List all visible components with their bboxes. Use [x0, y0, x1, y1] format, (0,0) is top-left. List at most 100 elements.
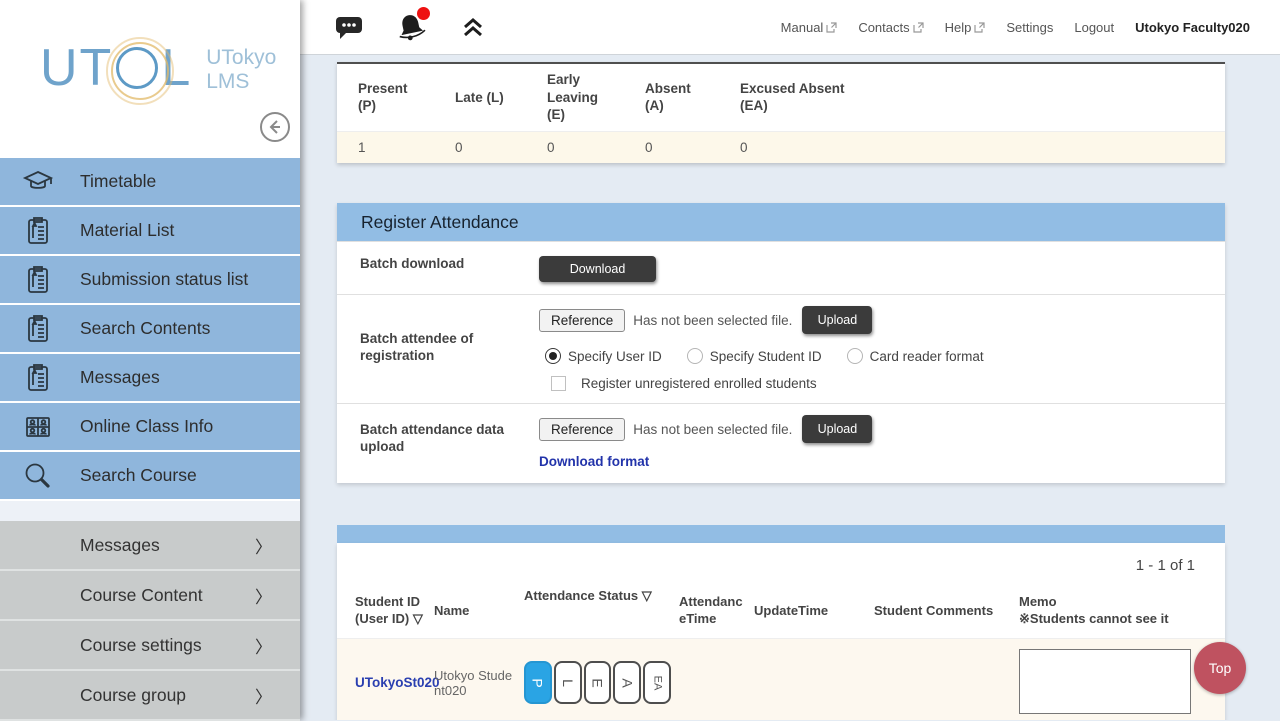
download-format-link[interactable]: Download format [539, 454, 649, 469]
summary-header-row: Present (P) Late (L) Early Leaving (E) A… [337, 64, 1225, 131]
student-id-link[interactable]: UTokyoSt020 [355, 675, 440, 690]
search-contents-icon [21, 312, 55, 346]
batch-download-row: Batch download Download [337, 241, 1225, 294]
section-header-bar [337, 525, 1225, 543]
settings-link[interactable]: Settings [1006, 20, 1053, 35]
sidebar-item-search-contents[interactable]: Search Contents [0, 305, 300, 352]
attendance-status-buttons: P L E A EA [524, 661, 671, 704]
chevron-right-icon: 〉 [255, 533, 272, 558]
scroll-to-top-button[interactable]: Top [1194, 642, 1246, 694]
external-link-icon [974, 22, 985, 33]
sort-icon[interactable]: ▽ [413, 611, 423, 626]
sidebar-item-label: Search Course [80, 465, 197, 486]
menu-item-course-settings[interactable]: Course settings 〉 [0, 621, 300, 671]
batch-attendee-row: Batch attendee of registration Reference… [337, 294, 1225, 403]
col-update-time: UpdateTime [750, 584, 870, 638]
sidebar-collapse-button[interactable] [260, 112, 290, 142]
student-name: Utokyo Student020 [434, 668, 518, 698]
download-button[interactable]: Download [539, 256, 656, 282]
summary-col-early-leaving: Early Leaving (E) [526, 64, 624, 131]
status-button-excused-absent[interactable]: EA [643, 661, 671, 704]
sidebar-item-label: Submission status list [80, 269, 248, 290]
material-list-icon [21, 214, 55, 248]
sidebar-item-label: Material List [80, 220, 174, 241]
search-course-icon [21, 459, 55, 493]
summary-col-present: Present (P) [337, 64, 434, 131]
col-student-comments: Student Comments [870, 584, 1015, 638]
sidebar-item-search-course[interactable]: Search Course [0, 452, 300, 499]
col-student-id[interactable]: Student ID (User ID) ▽ [337, 584, 430, 638]
student-attendance-section: 1 - 1 of 1 Student ID (User ID) ▽ Name A… [337, 525, 1225, 720]
radio-card-reader-format[interactable] [847, 348, 863, 364]
chat-icon[interactable] [332, 10, 366, 44]
reference-button[interactable]: Reference [539, 418, 625, 441]
sort-icon[interactable]: ▽ [642, 588, 652, 603]
batch-download-label: Batch download [337, 242, 517, 294]
status-button-early-leaving[interactable]: E [584, 661, 612, 704]
sidebar-item-messages[interactable]: Messages [0, 354, 300, 401]
username: Utokyo Faculty020 [1135, 20, 1250, 35]
late-count: 0 [434, 131, 526, 163]
summary-col-absent: Absent (A) [624, 64, 719, 131]
batch-attendee-label: Batch attendee of registration [337, 295, 517, 403]
student-comments-cell [870, 638, 1015, 720]
sidebar-item-submission-status[interactable]: Submission status list [0, 256, 300, 303]
manual-link[interactable]: Manual [781, 20, 838, 35]
sidebar: UT L UTokyo LMS Timetable [0, 0, 300, 720]
col-attendance-status[interactable]: Attendance Status ▽ [520, 584, 675, 638]
pagination-top: 1 - 1 of 1 [337, 543, 1225, 574]
sidebar-nav: Timetable Material List Submission statu… [0, 158, 300, 499]
chevron-right-icon: 〉 [255, 683, 272, 708]
sidebar-divider [0, 501, 300, 521]
memo-input[interactable] [1019, 649, 1191, 714]
no-file-text: Has not been selected file. [633, 313, 792, 328]
sidebar-item-material-list[interactable]: Material List [0, 207, 300, 254]
status-button-late[interactable]: L [554, 661, 582, 704]
summary-col-late: Late (L) [434, 64, 526, 131]
topbar: Manual Contacts Help Settings Logout Uto… [300, 0, 1280, 55]
back-arrow-icon [266, 118, 284, 136]
help-link[interactable]: Help [945, 20, 986, 35]
upload-button[interactable]: Upload [802, 306, 872, 334]
sidebar-item-label: Timetable [80, 171, 156, 192]
status-button-absent[interactable]: A [613, 661, 641, 704]
register-attendance-panel: Register Attendance Batch download Downl… [337, 203, 1225, 483]
excused-absent-count: 0 [719, 131, 869, 163]
logo-text-left: UT [40, 42, 113, 94]
messages-icon [21, 361, 55, 395]
radio-specify-student-id[interactable] [687, 348, 703, 364]
chevron-right-icon: 〉 [255, 633, 272, 658]
chevron-right-icon: 〉 [255, 583, 272, 608]
menu-item-messages[interactable]: Messages 〉 [0, 521, 300, 571]
logo-subtitle: UTokyo LMS [206, 42, 276, 94]
sidebar-item-label: Messages [80, 367, 160, 388]
sidebar-item-timetable[interactable]: Timetable [0, 158, 300, 205]
menu-item-course-content[interactable]: Course Content 〉 [0, 571, 300, 621]
notification-bell-icon[interactable] [394, 10, 428, 44]
absent-count: 0 [624, 131, 719, 163]
status-button-present[interactable]: P [524, 661, 552, 704]
batch-upload-label: Batch attendance data upload [337, 404, 517, 483]
menu-item-course-group[interactable]: Course group 〉 [0, 671, 300, 721]
collapse-up-icon[interactable] [456, 10, 490, 44]
upload-button[interactable]: Upload [802, 415, 872, 443]
logout-link[interactable]: Logout [1074, 20, 1114, 35]
early-leaving-count: 0 [526, 131, 624, 163]
timetable-icon [21, 165, 55, 199]
utol-logo: UT L [40, 42, 192, 94]
logo-area: UT L UTokyo LMS [0, 0, 300, 158]
register-unregistered-checkbox[interactable] [551, 376, 566, 391]
col-attendance-time: AttendanceTime [675, 584, 750, 638]
sidebar-item-online-class-info[interactable]: Online Class Info [0, 403, 300, 450]
radio-specify-user-id[interactable] [545, 348, 561, 364]
register-attendance-title: Register Attendance [337, 203, 1225, 241]
contacts-link[interactable]: Contacts [858, 20, 923, 35]
external-link-icon [913, 22, 924, 33]
reference-button[interactable]: Reference [539, 309, 625, 332]
sidebar-course-menu: Messages 〉 Course Content 〉 Course setti… [0, 521, 300, 721]
notification-badge [417, 7, 430, 20]
no-file-text: Has not been selected file. [633, 422, 792, 437]
attendance-time-cell [675, 638, 750, 720]
present-count: 1 [337, 131, 434, 163]
summary-col-excused-absent: Excused Absent (EA) [719, 64, 869, 131]
